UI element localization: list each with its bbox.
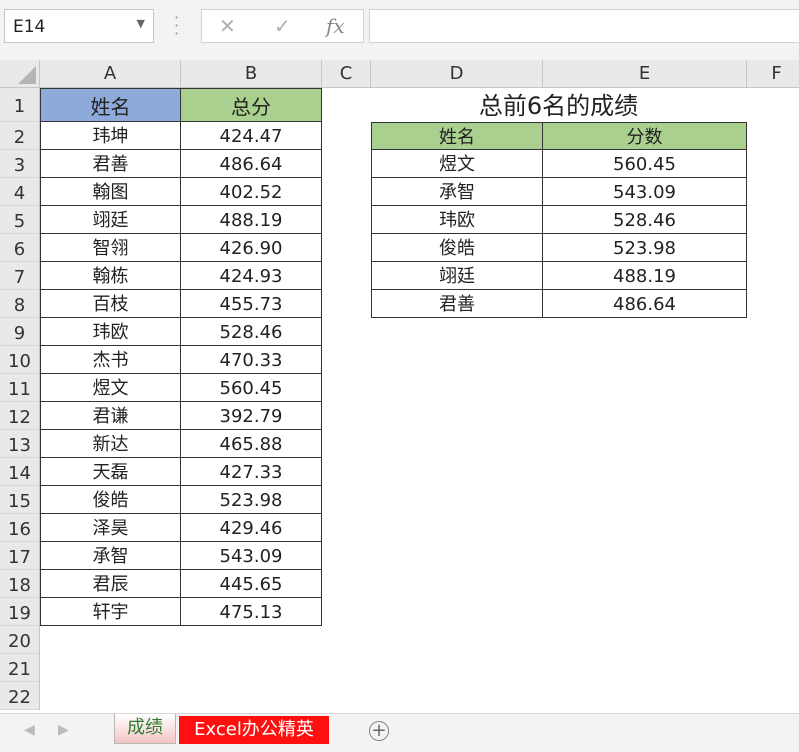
row-header-12[interactable]: 12 xyxy=(0,402,40,430)
table2-cell[interactable]: 528.46 xyxy=(543,206,747,234)
formula-input[interactable] xyxy=(369,9,799,43)
row-header-10[interactable]: 10 xyxy=(0,346,40,374)
column-header-D[interactable]: D xyxy=(371,60,543,88)
table1-cell[interactable]: 君善 xyxy=(40,150,181,178)
table1-cell[interactable]: 465.88 xyxy=(181,430,322,458)
table1-cell[interactable]: 天磊 xyxy=(40,458,181,486)
table1-cell[interactable]: 455.73 xyxy=(181,290,322,318)
table2-cell[interactable]: 560.45 xyxy=(543,150,747,178)
table1-cell[interactable]: 424.47 xyxy=(181,122,322,150)
scroll-right-icon[interactable]: ▶ xyxy=(58,722,69,738)
table2-cell[interactable]: 翊廷 xyxy=(371,262,543,290)
row-header-17[interactable]: 17 xyxy=(0,542,40,570)
cancel-icon[interactable]: ✕ xyxy=(219,14,236,38)
table1-cell[interactable]: 424.93 xyxy=(181,262,322,290)
table1-cell[interactable]: 煜文 xyxy=(40,374,181,402)
table1-cell[interactable]: 承智 xyxy=(40,542,181,570)
table1-cell[interactable]: 新达 xyxy=(40,430,181,458)
table2-cell[interactable]: 煜文 xyxy=(371,150,543,178)
table2-cell[interactable]: 543.09 xyxy=(543,178,747,206)
row-header-6[interactable]: 6 xyxy=(0,234,40,262)
row-header-11[interactable]: 11 xyxy=(0,374,40,402)
table1-cell[interactable]: 泽昊 xyxy=(40,514,181,542)
row-header-18[interactable]: 18 xyxy=(0,570,40,598)
table1-cell[interactable]: 翰图 xyxy=(40,178,181,206)
row-header-4[interactable]: 4 xyxy=(0,178,40,206)
table1-cell[interactable]: 427.33 xyxy=(181,458,322,486)
drag-handle-icon[interactable]: · · · xyxy=(174,10,179,42)
table1-cell[interactable]: 560.45 xyxy=(181,374,322,402)
sheet-tab-excel[interactable]: Excel办公精英 xyxy=(179,716,329,744)
name-box[interactable]: E14 ▼ xyxy=(4,9,154,43)
table1-cell[interactable]: 翰栋 xyxy=(40,262,181,290)
table1-cell[interactable]: 426.90 xyxy=(181,234,322,262)
table1-header-cell[interactable]: 总分 xyxy=(181,88,322,122)
row-header-14[interactable]: 14 xyxy=(0,458,40,486)
table1-cell[interactable]: 杰书 xyxy=(40,346,181,374)
row-header-16[interactable]: 16 xyxy=(0,514,40,542)
fx-icon[interactable]: fx xyxy=(326,14,345,38)
row-header-22[interactable]: 22 xyxy=(0,682,40,710)
row-header-8[interactable]: 8 xyxy=(0,290,40,318)
row-header-3[interactable]: 3 xyxy=(0,150,40,178)
table2-header-cell[interactable]: 分数 xyxy=(543,122,747,150)
column-header-E[interactable]: E xyxy=(543,60,747,88)
column-header-C[interactable]: C xyxy=(322,60,371,88)
table1-cell[interactable]: 俊皓 xyxy=(40,486,181,514)
add-sheet-icon[interactable]: + xyxy=(369,721,389,741)
row-header-15[interactable]: 15 xyxy=(0,486,40,514)
row-header-5[interactable]: 5 xyxy=(0,206,40,234)
table2-cell[interactable]: 523.98 xyxy=(543,234,747,262)
row-header-1[interactable]: 1 xyxy=(0,88,40,122)
table1-cell[interactable]: 翊廷 xyxy=(40,206,181,234)
table1-cell[interactable]: 智翎 xyxy=(40,234,181,262)
row-header-19[interactable]: 19 xyxy=(0,598,40,626)
table1-cell[interactable]: 475.13 xyxy=(181,598,322,626)
column-header-F[interactable]: F xyxy=(747,60,799,88)
table1-cell[interactable]: 君谦 xyxy=(40,402,181,430)
table1-cell[interactable]: 543.09 xyxy=(181,542,322,570)
row-header-2[interactable]: 2 xyxy=(0,122,40,150)
table2-cell[interactable]: 承智 xyxy=(371,178,543,206)
table2-cell[interactable]: 俊皓 xyxy=(371,234,543,262)
table2-cell[interactable]: 488.19 xyxy=(543,262,747,290)
row-header-9[interactable]: 9 xyxy=(0,318,40,346)
table2-cell[interactable]: 486.64 xyxy=(543,290,747,318)
column-header-A[interactable]: A xyxy=(40,60,181,88)
enter-icon[interactable]: ✓ xyxy=(274,14,291,38)
sheet-tab-scores[interactable]: 成绩 xyxy=(114,714,176,744)
scroll-left-icon[interactable]: ◀ xyxy=(24,722,35,738)
formula-bar-area: E14 ▼ · · · ✕ ✓ fx xyxy=(0,0,799,60)
sheet-tab-bar: ◀ ▶ 成绩 Excel办公精英 + xyxy=(0,713,799,752)
row-header-20[interactable]: 20 xyxy=(0,626,40,654)
table1-cell[interactable]: 486.64 xyxy=(181,150,322,178)
column-header-B[interactable]: B xyxy=(181,60,322,88)
chevron-down-icon[interactable]: ▼ xyxy=(137,17,145,30)
table2-header-cell[interactable]: 姓名 xyxy=(371,122,543,150)
table1-cell[interactable]: 轩宇 xyxy=(40,598,181,626)
table1-cell[interactable]: 523.98 xyxy=(181,486,322,514)
table1-header-cell[interactable]: 姓名 xyxy=(40,88,181,122)
table1-cell[interactable]: 玮欧 xyxy=(40,318,181,346)
table1-cell[interactable]: 402.52 xyxy=(181,178,322,206)
name-box-value: E14 xyxy=(13,17,46,37)
table1-cell[interactable]: 488.19 xyxy=(181,206,322,234)
table1-cell[interactable]: 445.65 xyxy=(181,570,322,598)
table2-title[interactable]: 总前6名的成绩 xyxy=(370,88,747,122)
row-header-21[interactable]: 21 xyxy=(0,654,40,682)
row-header-13[interactable]: 13 xyxy=(0,430,40,458)
table1-cell[interactable]: 君辰 xyxy=(40,570,181,598)
formula-buttons: ✕ ✓ fx xyxy=(201,9,364,43)
select-all-corner[interactable] xyxy=(0,60,40,88)
table1-cell[interactable]: 玮坤 xyxy=(40,122,181,150)
table1-cell[interactable]: 528.46 xyxy=(181,318,322,346)
row-header-7[interactable]: 7 xyxy=(0,262,40,290)
table1-cell[interactable]: 429.46 xyxy=(181,514,322,542)
table2-cell[interactable]: 玮欧 xyxy=(371,206,543,234)
table1-cell[interactable]: 百枝 xyxy=(40,290,181,318)
table1-cell[interactable]: 470.33 xyxy=(181,346,322,374)
table2-cell[interactable]: 君善 xyxy=(371,290,543,318)
table1-cell[interactable]: 392.79 xyxy=(181,402,322,430)
